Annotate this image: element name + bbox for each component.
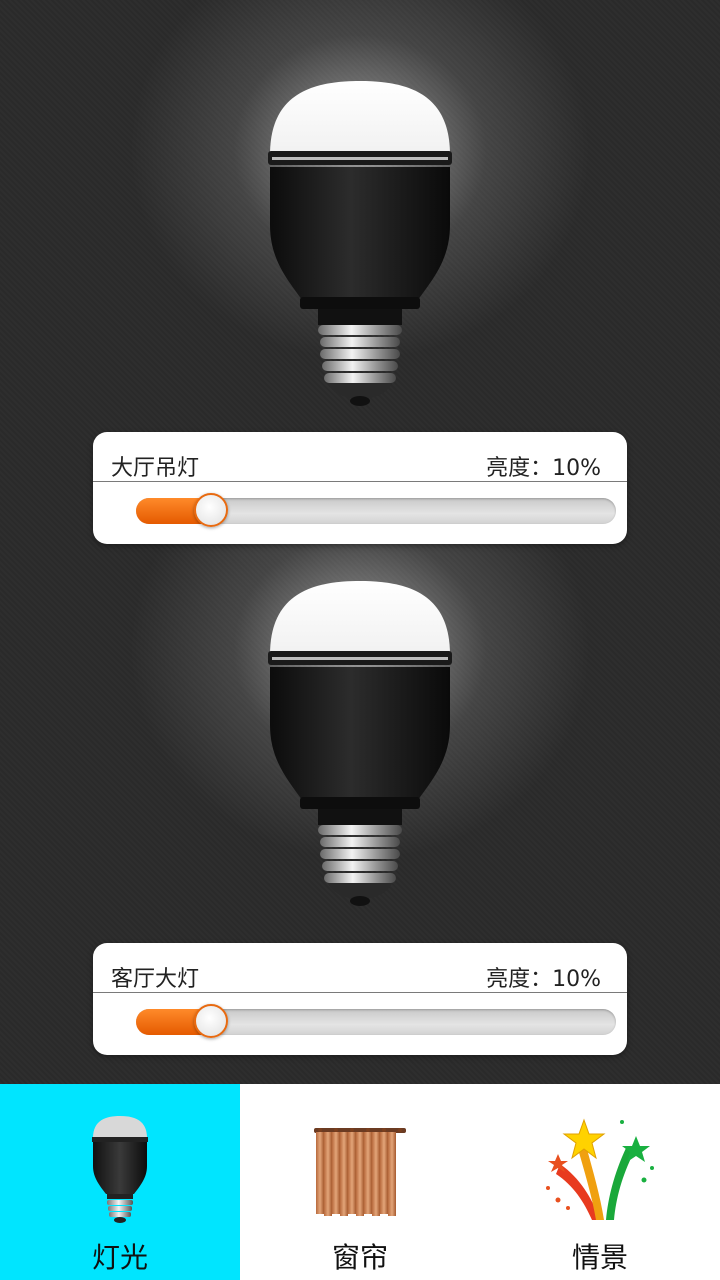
- brightness-label: 亮度：10%: [486, 967, 601, 992]
- bulb-icon: [92, 1116, 148, 1223]
- brightness-label: 亮度：10%: [486, 456, 601, 481]
- slider-thumb[interactable]: [193, 493, 228, 527]
- divider: [93, 481, 627, 482]
- tab-label: 情景: [571, 1241, 628, 1274]
- brightness-slider[interactable]: [136, 493, 616, 527]
- slider-thumb[interactable]: [193, 1004, 228, 1038]
- divider: [93, 992, 627, 993]
- tab-label: 灯光: [91, 1241, 148, 1274]
- stars-icon: [546, 1118, 654, 1220]
- tab-label: 窗帘: [331, 1241, 388, 1274]
- lights-panel: 大厅吊灯 亮度：10% 客厅大灯 亮度：10%: [0, 0, 720, 1084]
- tab-scenes[interactable]: 情景: [480, 1084, 720, 1280]
- bottom-tab-bar: 灯光 窗帘 情景: [0, 1084, 720, 1280]
- tab-curtains[interactable]: 窗帘: [240, 1084, 480, 1280]
- light-card-hall-chandelier: 大厅吊灯 亮度：10%: [93, 432, 627, 544]
- lightbulb-icon[interactable]: [262, 575, 458, 915]
- lightbulb-icon[interactable]: [262, 75, 458, 415]
- light-card-living-room: 客厅大灯 亮度：10%: [93, 943, 627, 1055]
- brightness-slider[interactable]: [136, 1004, 616, 1038]
- light-name: 大厅吊灯: [111, 456, 200, 481]
- curtain-icon: [314, 1128, 406, 1216]
- tab-lights[interactable]: 灯光: [0, 1084, 240, 1280]
- light-name: 客厅大灯: [111, 967, 200, 992]
